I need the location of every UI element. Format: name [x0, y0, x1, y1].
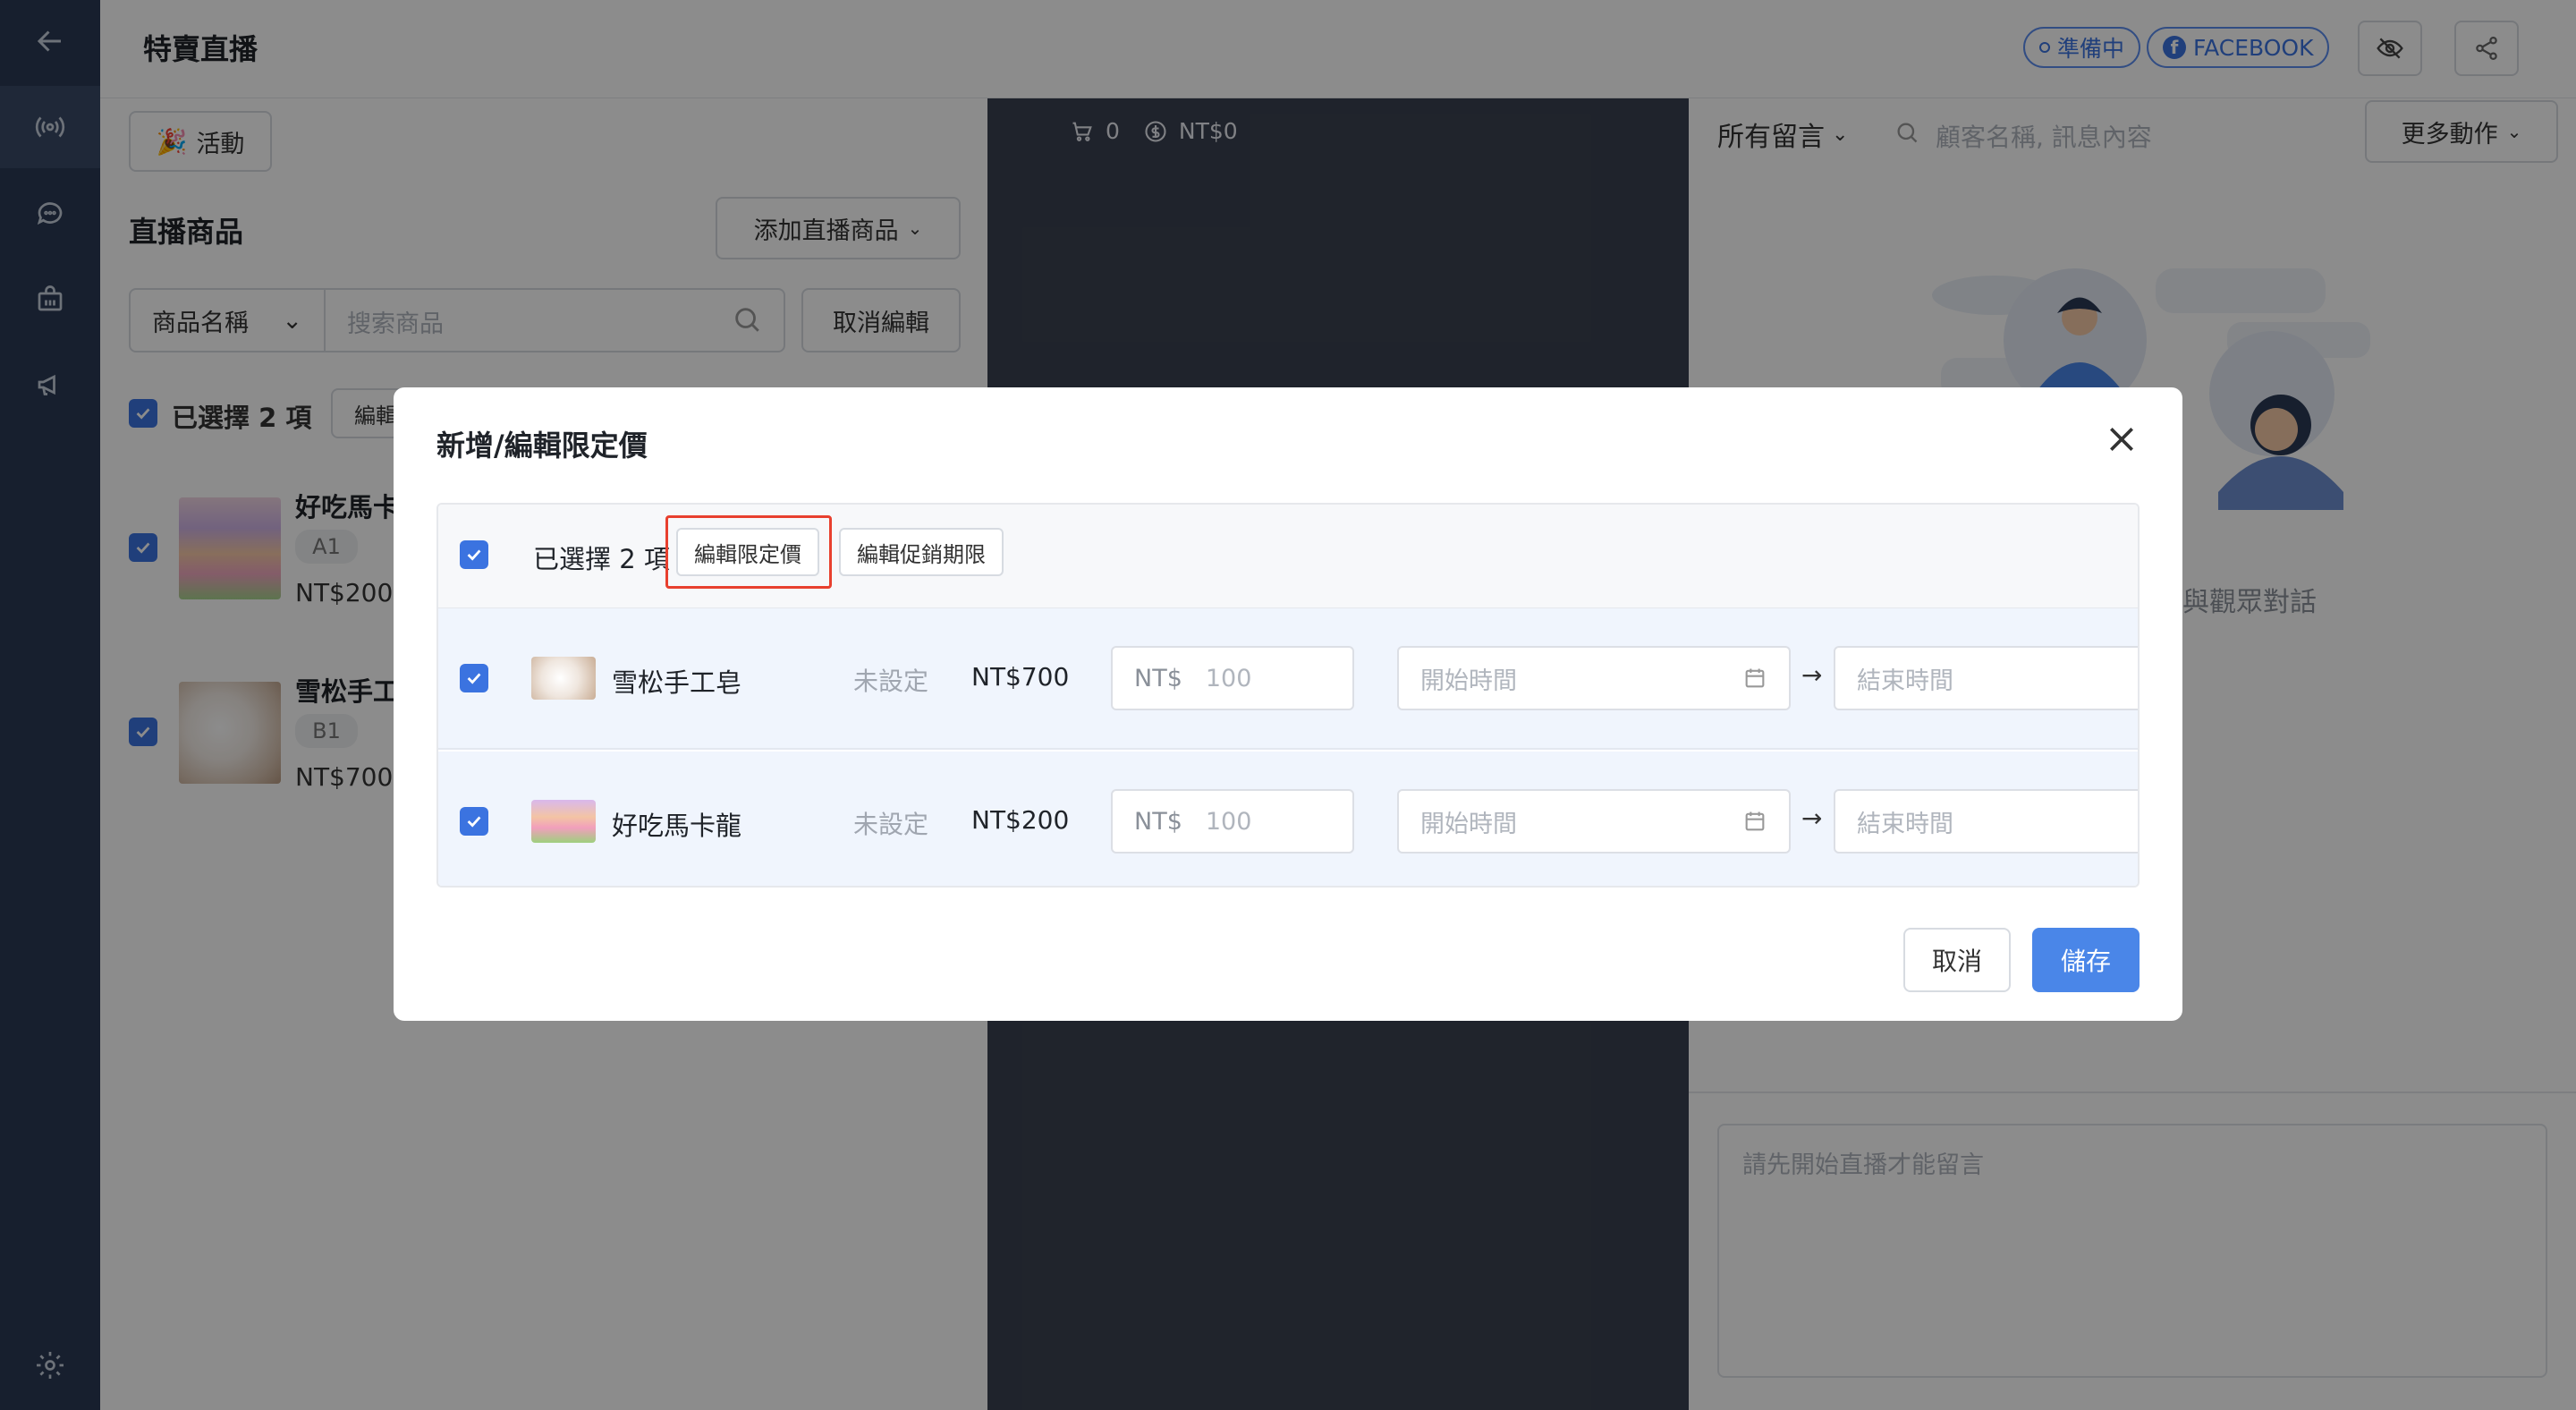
- original-price: NT$200: [971, 805, 1070, 835]
- end-time-picker[interactable]: 結束時間: [1834, 789, 2138, 854]
- currency-prefix: NT$: [1134, 807, 1182, 836]
- check-icon: [467, 673, 481, 684]
- original-price: NT$700: [971, 662, 1070, 692]
- limited-price-modal: 新增/編輯限定價 已選擇 2 項 編輯限定價 編輯促銷期限 雪松手工皂 未設定 …: [394, 387, 2182, 1021]
- calendar-icon: [1745, 668, 1765, 688]
- limited-price-status: 未設定: [853, 810, 929, 839]
- end-time-placeholder: 結束時間: [1857, 810, 1953, 838]
- edit-limited-price-button[interactable]: 編輯限定價: [676, 528, 819, 576]
- close-icon[interactable]: [2104, 421, 2140, 457]
- price-placeholder: 100: [1205, 664, 1252, 692]
- edit-promo-period-button[interactable]: 編輯促銷期限: [839, 528, 1004, 576]
- table-header: 已選擇 2 項 編輯限定價 編輯促銷期限: [438, 505, 2138, 608]
- price-table: 已選擇 2 項 編輯限定價 編輯促銷期限 雪松手工皂 未設定 NT$700 NT…: [436, 503, 2140, 888]
- limited-price-status: 未設定: [853, 667, 929, 696]
- currency-prefix: NT$: [1134, 664, 1182, 692]
- product-name: 雪松手工皂: [612, 667, 742, 698]
- calendar-icon: [1745, 811, 1765, 831]
- table-row: 好吃馬卡龍 未設定 NT$200 NT$ 100 開始時間 → 結束時間: [438, 752, 2138, 886]
- start-time-placeholder: 開始時間: [1420, 667, 1517, 695]
- start-time-picker[interactable]: 開始時間: [1397, 646, 1791, 710]
- product-name: 好吃馬卡龍: [612, 811, 742, 841]
- start-time-picker[interactable]: 開始時間: [1397, 789, 1791, 854]
- check-icon: [467, 816, 481, 828]
- limited-price-input[interactable]: NT$ 100: [1111, 789, 1354, 854]
- cancel-button[interactable]: 取消: [1903, 928, 2011, 992]
- price-placeholder: 100: [1205, 807, 1252, 836]
- selected-count-label: 已選擇 2 項: [533, 544, 670, 574]
- save-button[interactable]: 儲存: [2032, 928, 2140, 992]
- arrow-right-icon: →: [1801, 660, 1823, 690]
- table-row: 雪松手工皂 未設定 NT$700 NT$ 100 開始時間 → 結束時間: [438, 608, 2138, 750]
- product-thumbnail: [531, 657, 596, 700]
- row-checkbox[interactable]: [460, 664, 488, 692]
- arrow-right-icon: →: [1801, 803, 1823, 833]
- modal-title: 新增/編輯限定價: [436, 429, 648, 463]
- end-time-picker[interactable]: 結束時間: [1834, 646, 2138, 710]
- select-all-checkbox[interactable]: [460, 540, 488, 569]
- start-time-placeholder: 開始時間: [1420, 810, 1517, 838]
- check-icon: [467, 549, 481, 561]
- row-checkbox[interactable]: [460, 807, 488, 836]
- product-thumbnail: [531, 800, 596, 843]
- end-time-placeholder: 結束時間: [1857, 667, 1953, 695]
- limited-price-input[interactable]: NT$ 100: [1111, 646, 1354, 710]
